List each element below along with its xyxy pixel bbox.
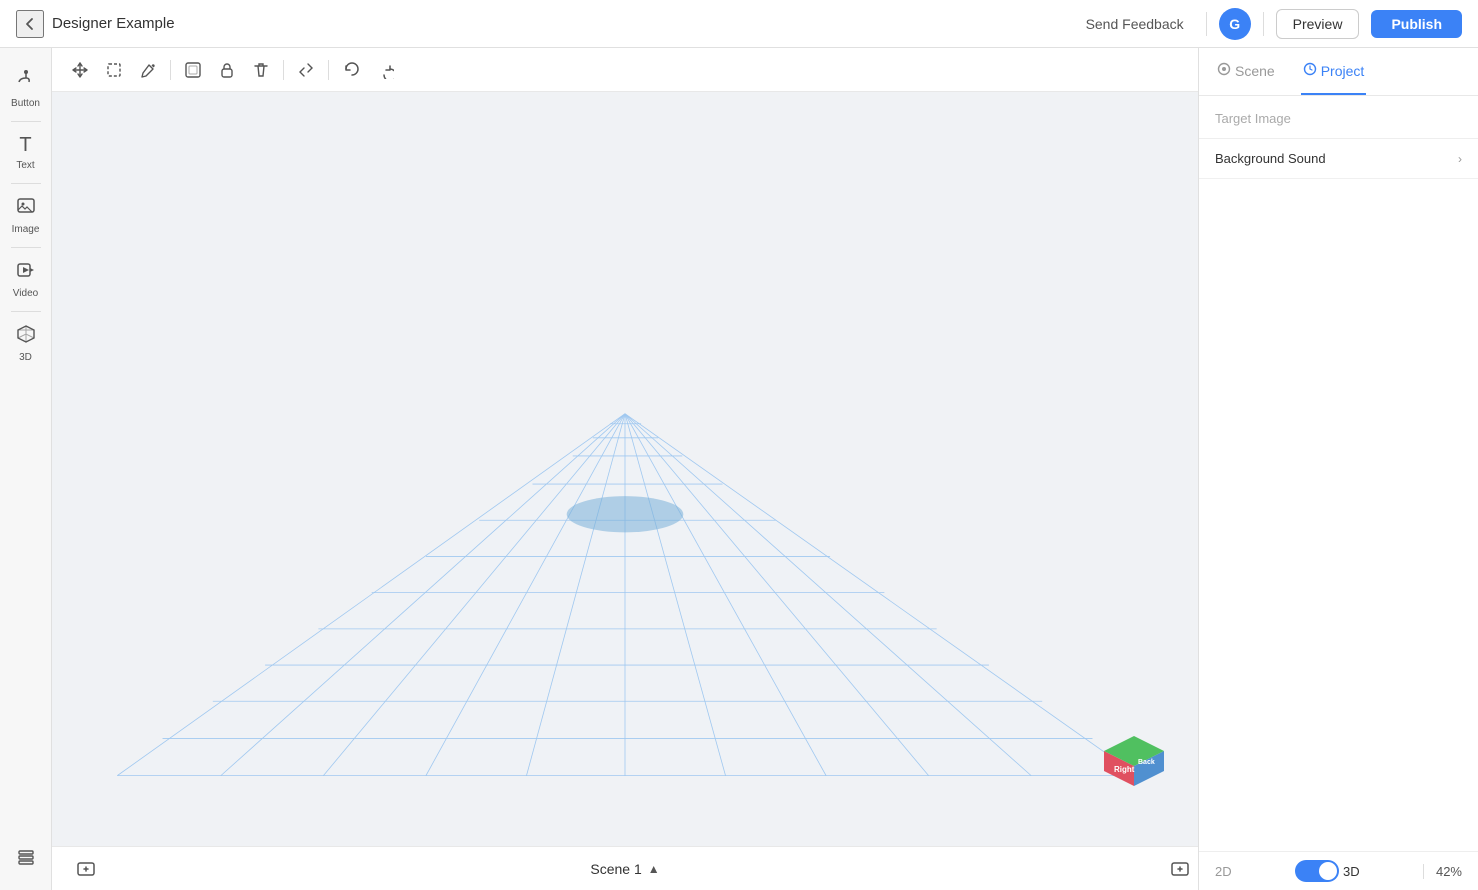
- canvas-area[interactable]: .grid-line { stroke: #a0c8f0; stroke-wid…: [52, 92, 1198, 846]
- header-divider-2: [1263, 12, 1264, 36]
- tab-scene[interactable]: Scene: [1215, 48, 1277, 95]
- left-sidebar: Button T Text Image: [0, 48, 52, 890]
- pen-tool-button[interactable]: [132, 54, 164, 86]
- text-icon: T: [19, 134, 31, 157]
- zoom-level: 42%: [1423, 864, 1462, 879]
- bottom-bar: Scene 1 ▲: [52, 846, 1198, 890]
- layers-icon: [16, 847, 36, 870]
- right-panel-tabs: Scene Project: [1199, 48, 1478, 96]
- right-panel: Scene Project Target Image Back: [1198, 48, 1478, 890]
- 3d-icon: [16, 324, 36, 349]
- 3d-label: 3D: [1343, 864, 1360, 879]
- preview-button[interactable]: Preview: [1276, 9, 1360, 39]
- user-avatar-button[interactable]: G: [1219, 8, 1251, 40]
- sidebar-sep-3: [11, 247, 41, 248]
- scene-name: Scene 1: [590, 861, 641, 877]
- page-title: Designer Example: [52, 15, 1076, 32]
- toolbar-divider-2: [283, 60, 284, 80]
- svg-text:Right: Right: [1114, 765, 1135, 774]
- toolbar-divider-1: [170, 60, 171, 80]
- sidebar-item-button-label: Button: [11, 98, 40, 109]
- sidebar-sep-2: [11, 183, 41, 184]
- toolbar: [52, 48, 1198, 92]
- svg-text:Back: Back: [1138, 759, 1155, 766]
- target-image-section: Target Image: [1199, 96, 1478, 139]
- move-tool-button[interactable]: [64, 54, 96, 86]
- background-sound-section[interactable]: Background Sound ›: [1199, 139, 1478, 179]
- undo-button[interactable]: [335, 54, 367, 86]
- project-tab-icon: [1303, 62, 1317, 79]
- sidebar-item-text-label: Text: [16, 160, 34, 171]
- tab-project[interactable]: Project: [1301, 48, 1367, 95]
- background-sound-title: Background Sound ›: [1215, 151, 1462, 166]
- scene-label[interactable]: Scene 1 ▲: [590, 861, 659, 877]
- toggle-knob: [1319, 862, 1337, 880]
- add-scene-right-button[interactable]: [1162, 851, 1198, 887]
- sidebar-sep-1: [11, 121, 41, 122]
- right-panel-content: Target Image Background Sound ›: [1199, 96, 1478, 851]
- target-image-label: Target Image: [1215, 111, 1291, 126]
- lock-tool-button[interactable]: [211, 54, 243, 86]
- sidebar-item-video[interactable]: Video: [0, 252, 51, 307]
- sidebar-item-image[interactable]: Image: [0, 188, 51, 243]
- main-layout: Button T Text Image: [0, 48, 1478, 890]
- collapse-tool-button[interactable]: [290, 54, 322, 86]
- sidebar-item-3d[interactable]: 3D: [0, 316, 51, 371]
- 2d-3d-toggle[interactable]: [1295, 860, 1339, 882]
- publish-button[interactable]: Publish: [1371, 10, 1462, 38]
- expand-icon[interactable]: ›: [1458, 152, 1462, 166]
- sidebar-item-video-label: Video: [13, 288, 38, 299]
- 3d-orientation-cube[interactable]: Right Back: [1094, 706, 1174, 786]
- back-button[interactable]: [16, 10, 44, 38]
- toggle-switch-group: 3D: [1295, 860, 1360, 882]
- bottom-bar-center: Scene 1 ▲: [590, 861, 659, 877]
- bottom-bar-right: [1162, 851, 1198, 887]
- video-icon: [16, 260, 36, 285]
- center-area: .grid-line { stroke: #a0c8f0; stroke-wid…: [52, 48, 1198, 890]
- delete-tool-button[interactable]: [245, 54, 277, 86]
- toolbar-divider-3: [328, 60, 329, 80]
- sidebar-item-layers[interactable]: [0, 839, 51, 878]
- sidebar-item-button[interactable]: Button: [0, 60, 51, 117]
- header-divider: [1206, 12, 1207, 36]
- view-toggle-bar: 2D 3D 42%: [1199, 851, 1478, 890]
- add-scene-left-button[interactable]: [68, 851, 104, 887]
- scene-chevron-icon: ▲: [648, 862, 660, 876]
- sidebar-item-3d-label: 3D: [19, 352, 32, 363]
- scene-tab-icon: [1217, 62, 1231, 79]
- 2d-label: 2D: [1215, 864, 1232, 879]
- header-right: Send Feedback G Preview Publish: [1076, 8, 1462, 40]
- sidebar-sep-4: [11, 311, 41, 312]
- toolbar-group-frame: [177, 54, 277, 86]
- toolbar-group-transform: [64, 54, 164, 86]
- image-icon: [16, 196, 36, 221]
- select-tool-button[interactable]: [98, 54, 130, 86]
- button-icon: [15, 68, 37, 95]
- bottom-bar-left: [68, 851, 104, 887]
- redo-button[interactable]: [369, 54, 401, 86]
- header: Designer Example Send Feedback G Preview…: [0, 0, 1478, 48]
- frame-tool-button[interactable]: [177, 54, 209, 86]
- send-feedback-button[interactable]: Send Feedback: [1076, 10, 1194, 38]
- sidebar-item-text[interactable]: T Text: [0, 126, 51, 179]
- 3d-grid-canvas: .grid-line { stroke: #a0c8f0; stroke-wid…: [52, 92, 1198, 846]
- sidebar-item-image-label: Image: [12, 224, 40, 235]
